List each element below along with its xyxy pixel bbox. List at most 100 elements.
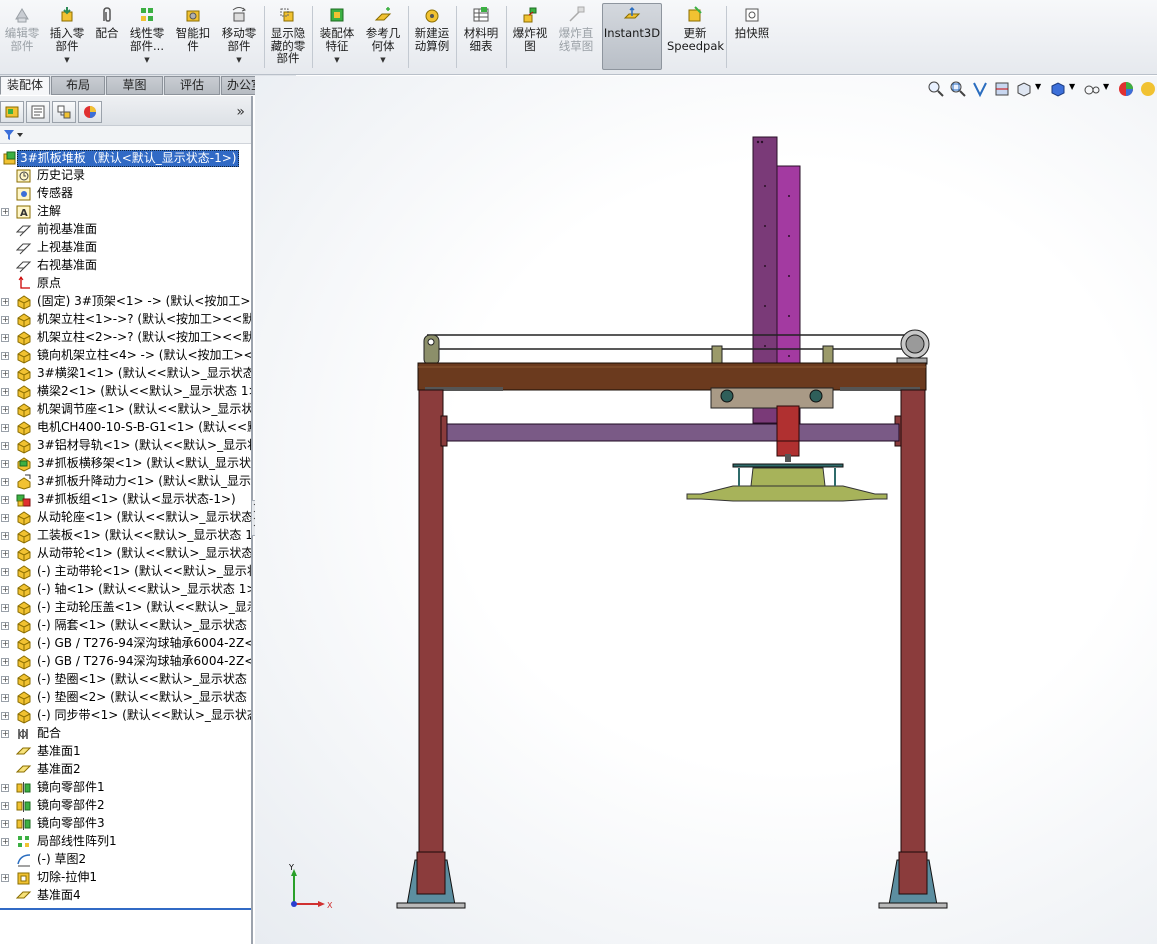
dropdown-arrow-icon[interactable]: ▼: [46, 54, 88, 67]
tree-item[interactable]: 历史记录: [0, 167, 251, 185]
expand-plus-icon[interactable]: +: [1, 424, 9, 432]
insert-component-button[interactable]: 插入零 部件 ▼: [46, 4, 88, 70]
explode-line-sketch-button[interactable]: 爆炸直 线草图: [554, 4, 598, 70]
tree-item[interactable]: + 切除-拉伸1: [0, 869, 251, 887]
expand-plus-icon[interactable]: +: [1, 694, 9, 702]
expand-plus-icon[interactable]: +: [1, 874, 9, 882]
bill-of-materials-button[interactable]: 材料明 细表: [459, 4, 503, 70]
tree-item[interactable]: 右视基准面: [0, 257, 251, 275]
cross-beam[interactable]: [446, 423, 900, 442]
tree-item[interactable]: + (-) 主动轮压盖<1> (默认<<默认>_显示: [0, 599, 251, 617]
tree-item[interactable]: + 机架立柱<2>->? (默认<按加工><<默认: [0, 329, 251, 347]
tree-item[interactable]: (-) 草图2: [0, 851, 251, 869]
mate-button[interactable]: 配合: [91, 4, 123, 70]
expand-plus-icon[interactable]: +: [1, 442, 9, 450]
expand-plus-icon[interactable]: +: [1, 496, 9, 504]
tree-item[interactable]: 基准面1: [0, 743, 251, 761]
dropdown-arrow-icon[interactable]: ▼: [126, 54, 168, 67]
panel-expand-button[interactable]: »: [236, 104, 245, 120]
reference-geometry-button[interactable]: 参考几 何体 ▼: [361, 4, 405, 70]
tree-item[interactable]: 上视基准面: [0, 239, 251, 257]
tree-item[interactable]: + (-) 同步带<1> (默认<<默认>_显示状态: [0, 707, 251, 725]
show-hidden-components-button[interactable]: 显示隐 藏的零 部件: [267, 4, 309, 70]
tab-property-manager[interactable]: [26, 101, 50, 123]
expand-plus-icon[interactable]: +: [1, 784, 9, 792]
tree-item[interactable]: + 局部线性阵列1: [0, 833, 251, 851]
tree-item[interactable]: 基准面2: [0, 761, 251, 779]
tree-item[interactable]: + 镜向机架立柱<4> -> (默认<按加工><5: [0, 347, 251, 365]
expand-plus-icon[interactable]: +: [1, 514, 9, 522]
expand-plus-icon[interactable]: +: [1, 298, 9, 306]
tree-item[interactable]: + (固定) 3#顶架<1> -> (默认<按加工><: [0, 293, 251, 311]
tree-item[interactable]: + 镜向零部件1: [0, 779, 251, 797]
expand-plus-icon[interactable]: +: [1, 406, 9, 414]
frame-column-left[interactable]: [418, 389, 444, 853]
expand-plus-icon[interactable]: +: [1, 568, 9, 576]
tab-layout[interactable]: 布局: [51, 76, 105, 95]
timing-belt[interactable]: [427, 334, 915, 350]
expand-plus-icon[interactable]: +: [1, 712, 9, 720]
instant3d-button[interactable]: Instant3D: [602, 3, 662, 70]
tree-item[interactable]: + 电机CH400-10-S-B-G1<1> (默认<<默认: [0, 419, 251, 437]
tree-item[interactable]: + (-) 轴<1> (默认<<默认>_显示状态 1>): [0, 581, 251, 599]
tree-item[interactable]: + (-) 隔套<1> (默认<<默认>_显示状态 1: [0, 617, 251, 635]
rail-bracket[interactable]: [822, 345, 834, 365]
expand-plus-icon[interactable]: +: [1, 532, 9, 540]
expand-plus-icon[interactable]: +: [1, 460, 9, 468]
expand-plus-icon[interactable]: +: [1, 370, 9, 378]
expand-plus-icon[interactable]: +: [1, 550, 9, 558]
new-motion-study-button[interactable]: 新建运 动算例: [411, 4, 453, 70]
tree-item[interactable]: + 横梁2<1> (默认<<默认>_显示状态 1>): [0, 383, 251, 401]
tab-assembly[interactable]: 装配体: [0, 76, 50, 95]
move-component-button[interactable]: 移动零 部件 ▼: [217, 4, 261, 70]
tree-item[interactable]: + 机架调节座<1> (默认<<默认>_显示状态: [0, 401, 251, 419]
tree-item[interactable]: + 配合: [0, 725, 251, 743]
tree-root-assembly[interactable]: 3#抓板堆板（默认<默认_显示状态-1>): [0, 149, 251, 167]
filter-funnel-icon[interactable]: [3, 128, 25, 142]
tab-configuration-manager[interactable]: [52, 101, 76, 123]
smart-fasteners-button[interactable]: 智能扣 件: [172, 4, 214, 70]
tree-item[interactable]: 前视基准面: [0, 221, 251, 239]
tree-item[interactable]: + (-) GB / T276-94深沟球轴承6004-2Z<2: [0, 653, 251, 671]
expand-plus-icon[interactable]: +: [1, 586, 9, 594]
exploded-view-button[interactable]: 爆炸视 图: [509, 4, 551, 70]
update-speedpak-button[interactable]: 更新 Speedpak: [667, 4, 724, 70]
assembly-features-button[interactable]: 装配体 特征 ▼: [315, 4, 359, 70]
rail-bracket[interactable]: [711, 345, 723, 365]
tree-item[interactable]: + (-) 主动带轮<1> (默认<<默认>_显示状: [0, 563, 251, 581]
tree-item[interactable]: +3#抓板升降动力<1> (默认<默认_显示状: [0, 473, 251, 491]
tree-item[interactable]: + A 注解: [0, 203, 251, 221]
expand-plus-icon[interactable]: +: [1, 838, 9, 846]
tree-item[interactable]: + 工装板<1> (默认<<默认>_显示状态 1>: [0, 527, 251, 545]
tree-item[interactable]: 基准面4: [0, 887, 251, 905]
frame-column-right[interactable]: [900, 389, 926, 853]
dropdown-arrow-icon[interactable]: ▼: [315, 54, 359, 67]
foot-base-plate-left[interactable]: [396, 902, 466, 909]
tree-item[interactable]: + 从动轮座<1> (默认<<默认>_显示状态: [0, 509, 251, 527]
expand-plus-icon[interactable]: +: [1, 208, 9, 216]
expand-plus-icon[interactable]: +: [1, 316, 9, 324]
expand-plus-icon[interactable]: +: [1, 622, 9, 630]
tree-item[interactable]: 原点: [0, 275, 251, 293]
linear-pattern-button[interactable]: 线性零 部件... ▼: [126, 4, 168, 70]
expand-plus-icon[interactable]: +: [1, 604, 9, 612]
tab-display-manager[interactable]: [78, 101, 102, 123]
assembly-model-view[interactable]: [255, 76, 1157, 944]
tree-item[interactable]: +3#铝材导轨<1> (默认<<默认>_显示状: [0, 437, 251, 455]
tree-item[interactable]: + (-) 垫圈<1> (默认<<默认>_显示状态 1: [0, 671, 251, 689]
expand-plus-icon[interactable]: +: [1, 676, 9, 684]
tree-item[interactable]: +3#横梁1<1> (默认<<默认>_显示状态 1: [0, 365, 251, 383]
foot-base-plate-right[interactable]: [878, 902, 948, 909]
tree-item[interactable]: +3#抓板横移架<1> (默认<默认_显示状态: [0, 455, 251, 473]
tree-item[interactable]: + 镜向零部件3: [0, 815, 251, 833]
tree-item[interactable]: +3#抓板组<1> (默认<显示状态-1>): [0, 491, 251, 509]
tab-evaluate[interactable]: 评估: [164, 76, 220, 95]
expand-plus-icon[interactable]: +: [1, 352, 9, 360]
expand-plus-icon[interactable]: +: [1, 820, 9, 828]
expand-plus-icon[interactable]: +: [1, 478, 9, 486]
expand-plus-icon[interactable]: +: [1, 802, 9, 810]
expand-plus-icon[interactable]: +: [1, 658, 9, 666]
take-snapshot-button[interactable]: 拍快照: [730, 4, 774, 70]
expand-plus-icon[interactable]: +: [1, 640, 9, 648]
dropdown-arrow-icon[interactable]: ▼: [217, 54, 261, 67]
